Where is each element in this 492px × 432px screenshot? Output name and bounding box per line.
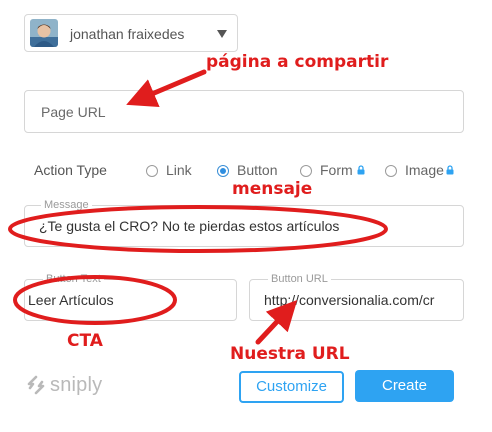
action-type-image-option[interactable]: Image: [385, 162, 460, 180]
message-label: Message: [41, 199, 92, 211]
button-text-input[interactable]: Button Text Leer Artículos: [24, 273, 237, 321]
button-url-value: http://conversionalia.com/cr: [264, 292, 435, 308]
page-url-placeholder: Page URL: [41, 104, 106, 120]
radio-image[interactable]: [385, 165, 397, 177]
page-url-input[interactable]: Page URL: [24, 90, 464, 133]
create-button[interactable]: Create: [355, 370, 454, 402]
radio-link[interactable]: [146, 165, 158, 177]
annotation-cta: CTA: [67, 331, 103, 351]
lock-icon: [357, 165, 365, 175]
lock-icon: [446, 165, 454, 175]
button-text-label: Button Text: [43, 273, 104, 285]
annotation-page-share: página a compartir: [206, 52, 389, 72]
customize-button[interactable]: Customize: [239, 371, 344, 403]
radio-link-label: Link: [166, 162, 192, 178]
message-value: ¿Te gusta el CRO? No te pierdas estos ar…: [39, 218, 340, 234]
sniply-logo-text: sniply: [50, 374, 103, 396]
action-type-form-option[interactable]: Form: [300, 162, 370, 180]
button-text-value: Leer Artículos: [28, 292, 114, 308]
action-type-button-option[interactable]: Button: [217, 162, 281, 180]
radio-button[interactable]: [217, 165, 229, 177]
account-name: jonathan fraixedes: [70, 26, 185, 42]
action-type-label: Action Type: [34, 162, 107, 178]
radio-form-label: Form: [320, 162, 353, 178]
avatar: [30, 19, 58, 47]
account-select[interactable]: jonathan fraixedes: [24, 14, 238, 52]
annotation-our-url: Nuestra URL: [230, 344, 350, 364]
action-type-link-option[interactable]: Link: [146, 162, 196, 180]
chevron-down-icon[interactable]: [216, 29, 228, 39]
button-url-input[interactable]: Button URL http://conversionalia.com/cr: [249, 273, 464, 321]
message-input[interactable]: Message ¿Te gusta el CRO? No te pierdas …: [24, 199, 464, 247]
radio-button-label: Button: [237, 162, 278, 178]
radio-form[interactable]: [300, 165, 312, 177]
sniply-logo-icon: [27, 375, 45, 395]
annotation-message: mensaje: [232, 179, 313, 199]
button-url-label: Button URL: [268, 273, 331, 285]
radio-image-label: Image: [405, 162, 444, 178]
